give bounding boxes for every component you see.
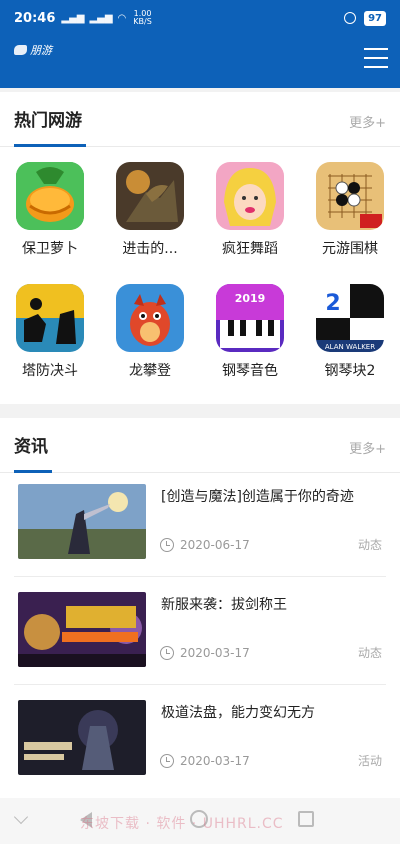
game-tile[interactable]: 2 ALAN WALKER 钢琴块2 <box>304 284 396 380</box>
clock-icon <box>160 754 174 768</box>
game-tile[interactable]: 保卫萝卜 <box>4 162 96 258</box>
game-name: 塔防决斗 <box>22 363 78 379</box>
game-tile[interactable]: 进击的... <box>104 162 196 258</box>
game-name: 钢琴块2 <box>324 363 376 379</box>
section-title: 热门网游 <box>14 111 82 131</box>
game-tile[interactable]: 疯狂舞蹈 <box>204 162 296 258</box>
app-logo[interactable]: 朋游 <box>14 42 52 58</box>
divider <box>14 576 386 577</box>
news-date-text: 2020-06-17 <box>180 538 250 552</box>
tiles-brand-label: ALAN WALKER <box>325 343 375 351</box>
section-underline <box>14 144 86 147</box>
dragon-game-icon <box>116 162 184 230</box>
game-name: 进击的... <box>122 241 178 257</box>
piano-tiles-2-game-icon: 2 ALAN WALKER <box>316 284 384 352</box>
news-tag: 动态 <box>357 538 382 552</box>
fantasy-hero-thumbnail <box>18 484 146 559</box>
news-date: 2020-06-17 <box>160 538 250 552</box>
more-link[interactable]: 更多+ <box>349 438 386 457</box>
news-date: 2020-03-17 <box>160 754 250 768</box>
go-board-game-icon <box>316 162 384 230</box>
clock-icon <box>160 646 174 660</box>
news-tag: 动态 <box>357 646 382 660</box>
game-tile[interactable]: 龙攀登 <box>104 284 196 380</box>
game-name: 钢琴音色 <box>222 363 278 379</box>
hot-games-section: 热门网游 更多+ 保卫萝卜 进击的... 疯狂舞蹈 元游围棋 塔防决斗 龙攀登 … <box>0 92 400 404</box>
news-item[interactable]: [创造与魔法]创造属于你的奇迹 2020-06-17 动态 <box>14 480 386 580</box>
game-name: 龙攀登 <box>129 363 171 379</box>
watermark-text: 东坡下载 · 软件 · UHHRL.CC <box>80 816 284 832</box>
signal-icon-2: ▂▄▆ <box>89 12 113 24</box>
status-bar: 20:46 ▂▄▆ ▂▄▆ ◠ 1.00 KB/S 97 <box>14 8 386 28</box>
game-tile[interactable]: 元游围棋 <box>304 162 396 258</box>
game-tile[interactable]: 2019 钢琴音色 <box>204 284 296 380</box>
tower-defense-game-icon <box>16 284 84 352</box>
more-link[interactable]: 更多+ <box>349 112 386 131</box>
battle-banner-thumbnail <box>18 592 146 667</box>
status-time: 20:46 <box>14 10 56 26</box>
battery-indicator: 97 <box>364 10 386 26</box>
dark-knight-thumbnail <box>18 700 146 775</box>
news-header: 资讯 更多+ <box>0 418 400 473</box>
news-date: 2020-03-17 <box>160 646 250 660</box>
game-name: 保卫萝卜 <box>22 241 78 257</box>
news-title: 新服来袭：拔剑称王 <box>161 597 287 613</box>
divider <box>14 684 386 685</box>
menu-icon-bar <box>364 66 388 68</box>
net-speed: 1.00 KB/S <box>133 10 152 26</box>
game-name: 疯狂舞蹈 <box>222 241 278 257</box>
logo-text: 朋游 <box>30 44 52 57</box>
game-tile[interactable]: 塔防决斗 <box>4 284 96 380</box>
recent-apps-icon[interactable] <box>298 811 314 827</box>
dancer-game-icon <box>216 162 284 230</box>
piano-2019-game-icon: 2019 <box>216 284 284 352</box>
news-date-text: 2020-03-17 <box>180 754 250 768</box>
menu-button[interactable] <box>364 48 388 68</box>
signal-icon: ▂▄▆ <box>61 12 85 24</box>
logo-mark-icon <box>14 45 27 55</box>
piano-year-label: 2019 <box>235 292 266 305</box>
dragon-climb-game-icon <box>116 284 184 352</box>
wifi-icon: ◠ <box>117 12 127 24</box>
hot-games-header: 热门网游 更多+ <box>0 92 400 147</box>
clock-icon <box>160 538 174 552</box>
section-title: 资讯 <box>14 437 48 457</box>
news-title: 极道法盘，能力变幻无方 <box>161 705 315 721</box>
game-name: 元游围棋 <box>322 241 378 257</box>
news-date-text: 2020-03-17 <box>180 646 250 660</box>
app-header: 20:46 ▂▄▆ ▂▄▆ ◠ 1.00 KB/S 97 朋游 <box>0 0 400 88</box>
news-item[interactable]: 极道法盘，能力变幻无方 2020-03-17 活动 <box>14 696 386 796</box>
news-title: [创造与魔法]创造属于你的奇迹 <box>161 489 354 505</box>
news-item[interactable]: 新服来袭：拔剑称王 2020-03-17 动态 <box>14 588 386 688</box>
chevron-down-icon[interactable] <box>13 809 29 825</box>
tiles-number-label: 2 <box>325 291 340 316</box>
net-speed-unit: KB/S <box>133 17 152 26</box>
news-section: 资讯 更多+ [创造与魔法]创造属于你的奇迹 2020-06-17 动态 新服来… <box>0 418 400 798</box>
section-underline <box>14 470 52 473</box>
news-tag: 活动 <box>357 754 382 768</box>
carrot-game-icon <box>16 162 84 230</box>
alarm-icon <box>344 12 357 24</box>
menu-icon <box>364 48 388 50</box>
menu-icon-bar <box>364 57 388 59</box>
